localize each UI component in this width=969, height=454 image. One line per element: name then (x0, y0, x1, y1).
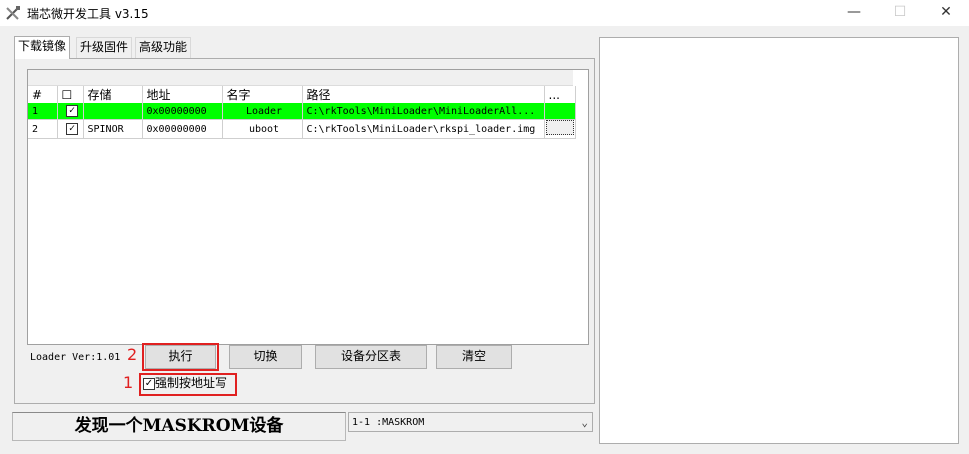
tab-upgrade-firmware[interactable]: 升级固件 (76, 37, 133, 58)
device-select-value: 1-1 :MASKROM (352, 417, 425, 428)
table-row[interactable]: 2 ✓ SPINOR 0x00000000 uboot C:\rkTools\M… (28, 119, 576, 139)
table-row[interactable]: 1 ✓ 0x00000000 Loader C:\rkTools\MiniLoa… (28, 103, 576, 120)
window-title: 瑞芯微开发工具 v3.15 (27, 7, 149, 21)
image-table: # ☐ 存储 地址 名字 路径 ... 1 ✓ 0x00000000 Loade… (27, 69, 589, 345)
table-header-row: # ☐ 存储 地址 名字 路径 ... (28, 86, 576, 103)
log-pane (599, 37, 959, 444)
tab-advanced-functions[interactable]: 高级功能 (135, 37, 192, 58)
run-button[interactable]: 执行 (145, 345, 216, 369)
col-header-browse: ... (544, 86, 576, 103)
col-header-address[interactable]: 地址 (142, 86, 223, 103)
device-select[interactable]: 1-1 :MASKROM ⌄ (348, 412, 593, 432)
col-header-path[interactable]: 路径 (302, 86, 545, 103)
status-message: 发现一个MASKROM设备 (12, 412, 346, 441)
title-bar: 瑞芯微开发工具 v3.15 — ☐ ✕ (0, 0, 969, 26)
row-address[interactable]: 0x00000000 (142, 119, 223, 139)
row-path[interactable]: C:\rkTools\MiniLoader\rkspi_loader.img (302, 119, 545, 139)
annotation-number-2: 2 (127, 345, 138, 364)
row-checkbox[interactable]: ✓ (66, 123, 78, 135)
row-checkbox[interactable]: ✓ (66, 105, 78, 117)
row-name[interactable]: uboot (222, 119, 303, 139)
row-browse-cell[interactable] (544, 103, 576, 120)
maximize-button: ☐ (893, 4, 907, 20)
partition-table-button[interactable]: 设备分区表 (315, 345, 427, 369)
image-list: # ☐ 存储 地址 名字 路径 ... 1 ✓ 0x00000000 Loade… (28, 86, 576, 139)
browse-path-button[interactable] (545, 120, 574, 135)
force-write-option[interactable]: ✓ 强制按地址写 (143, 376, 227, 390)
row-storage[interactable] (83, 103, 143, 120)
minimize-button[interactable]: — (831, 0, 877, 26)
row-address[interactable]: 0x00000000 (142, 103, 223, 120)
force-write-label: 强制按地址写 (155, 376, 228, 390)
tab-download-image[interactable]: 下载镜像 (14, 36, 71, 59)
table-header-strip (28, 70, 573, 86)
col-header-storage[interactable]: 存储 (83, 86, 143, 103)
force-write-checkbox[interactable]: ✓ (143, 377, 155, 390)
switch-button[interactable]: 切换 (229, 345, 302, 369)
tools-icon (6, 6, 20, 20)
close-button[interactable]: ✕ (923, 0, 969, 26)
row-name[interactable]: Loader (222, 103, 303, 120)
chevron-down-icon[interactable]: ⌄ (581, 413, 588, 433)
annotation-number-1: 1 (123, 373, 134, 392)
col-header-number: # (28, 86, 58, 103)
row-path[interactable]: C:\rkTools\MiniLoader\MiniLoaderAll... (302, 103, 545, 120)
clear-button[interactable]: 清空 (436, 345, 512, 369)
col-header-name[interactable]: 名字 (222, 86, 303, 103)
loader-version: Loader Ver:1.01 (30, 352, 121, 363)
row-storage[interactable]: SPINOR (83, 119, 143, 139)
col-header-check[interactable]: ☐ (57, 86, 84, 103)
row-number: 1 (28, 103, 58, 120)
row-number: 2 (28, 119, 58, 139)
